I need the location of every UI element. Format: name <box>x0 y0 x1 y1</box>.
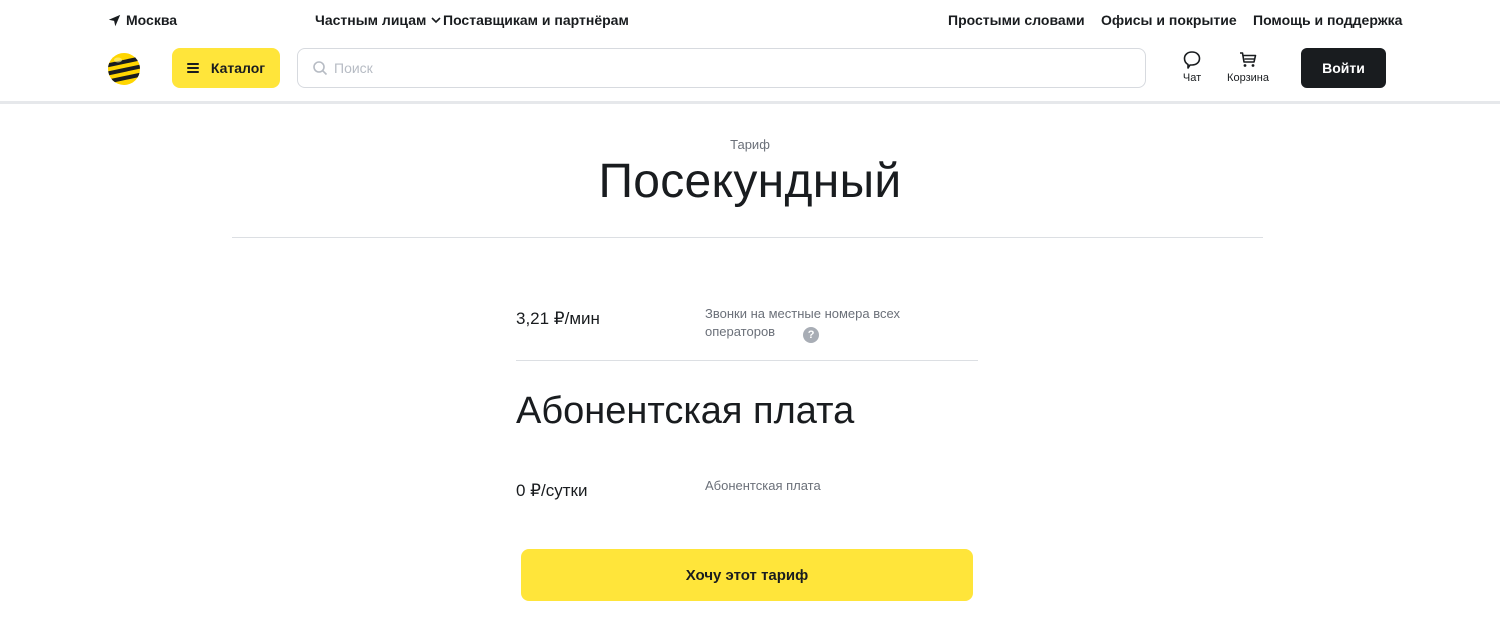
city-label: Москва <box>126 12 178 28</box>
fee-section-title: Абонентская плата <box>516 390 855 432</box>
header-divider <box>0 101 1500 104</box>
catalog-label: Каталог <box>210 60 266 76</box>
fee-description: Абонентская плата <box>705 478 821 493</box>
login-button[interactable]: Войти <box>1301 48 1386 88</box>
chat-bubble-icon <box>1183 51 1201 69</box>
chat-label: Чат <box>1182 72 1202 84</box>
tariff-kicker: Тариф <box>730 137 770 152</box>
segment-private-label: Частным лицам <box>315 12 427 28</box>
cart-label: Корзина <box>1227 72 1269 84</box>
city-selector[interactable]: Москва <box>108 12 177 28</box>
cart-button[interactable]: Корзина <box>1224 50 1272 84</box>
menu-icon <box>186 63 199 73</box>
help-icon[interactable]: ? <box>803 327 820 343</box>
segment-partners[interactable]: Поставщикам и партнёрам <box>443 12 629 28</box>
link-help-support[interactable]: Помощь и поддержка <box>1253 12 1402 28</box>
search-icon <box>313 61 328 76</box>
title-divider <box>232 237 1263 238</box>
cart-icon <box>1240 52 1257 67</box>
segment-partners-label: Поставщикам и партнёрам <box>443 12 629 28</box>
link-simple-words[interactable]: Простыми словами <box>948 12 1085 28</box>
search-input[interactable] <box>334 60 1114 76</box>
search-bar[interactable] <box>297 48 1146 88</box>
catalog-button[interactable]: Каталог <box>172 48 280 88</box>
chat-button[interactable]: Чат <box>1178 50 1206 84</box>
top-bar: Москва Частным лицам Поставщикам и партн… <box>0 0 1500 40</box>
link-offices-coverage[interactable]: Офисы и покрытие <box>1101 12 1237 28</box>
call-description: Звонки на местные номера всех операторов… <box>705 305 925 343</box>
row-divider <box>516 360 978 361</box>
beeline-logo[interactable] <box>106 51 142 87</box>
call-price: 3,21 ₽/мин <box>516 309 600 328</box>
fee-price: 0 ₽/сутки <box>516 481 588 500</box>
page-title: Посекундный <box>598 155 902 208</box>
want-tariff-button[interactable]: Хочу этот тариф <box>521 549 973 601</box>
chevron-down-icon <box>431 17 441 24</box>
location-arrow-icon <box>108 14 121 26</box>
segment-private[interactable]: Частным лицам <box>315 12 442 28</box>
